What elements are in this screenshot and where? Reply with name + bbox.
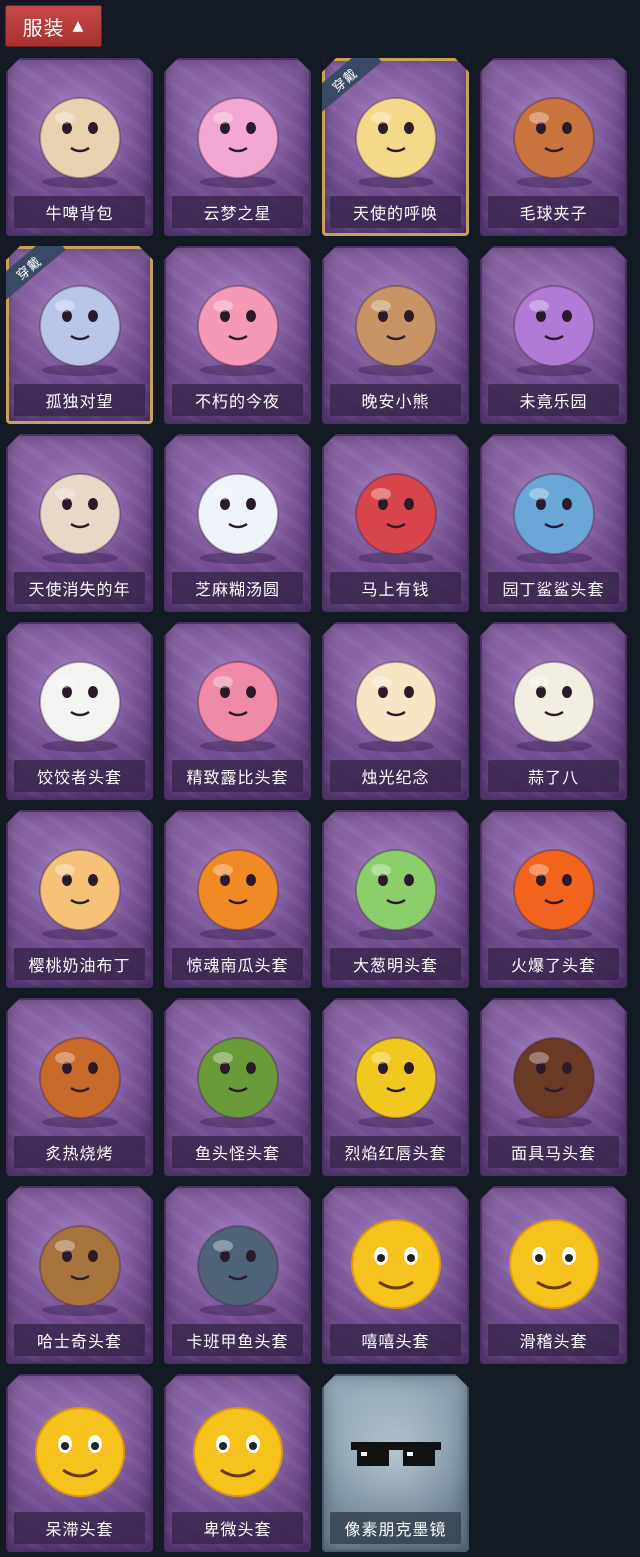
costume-card[interactable]: 未竟乐园: [480, 246, 627, 424]
costume-card[interactable]: 晚安小熊: [322, 246, 469, 424]
costume-name: 滑稽头套: [488, 1324, 619, 1356]
angel-halo-icon: [341, 78, 451, 190]
costume-card[interactable]: 呆滞头套: [6, 1374, 153, 1552]
costume-name: 烛光纪念: [330, 760, 461, 792]
costume-name: 卑微头套: [172, 1512, 303, 1544]
rice-ball-icon: [183, 454, 293, 566]
pudding-icon: [25, 830, 135, 942]
costume-category-button[interactable]: 服装 ▲: [5, 5, 102, 47]
pink-beaver-icon: [183, 642, 293, 754]
costume-card[interactable]: 云梦之星: [164, 58, 311, 236]
costume-card[interactable]: 烛光纪念: [322, 622, 469, 800]
shark-bee-icon: [499, 454, 609, 566]
pumpkin-icon: [183, 830, 293, 942]
costume-name: 卡班甲鱼头套: [172, 1324, 303, 1356]
costume-name: 芝麻糊汤圆: [172, 572, 303, 604]
costume-card[interactable]: 火爆了头套: [480, 810, 627, 988]
costume-card[interactable]: 天使消失的年: [6, 434, 153, 612]
costume-name: 像素朋克墨镜: [330, 1512, 461, 1544]
costume-name: 蒜了八: [488, 760, 619, 792]
costume-name: 哈士奇头套: [14, 1324, 145, 1356]
costume-name: 未竟乐园: [488, 384, 619, 416]
stunned-emoji-icon: [25, 1394, 135, 1506]
costume-card[interactable]: 哈士奇头套: [6, 1186, 153, 1364]
horse-mask-icon: [499, 1018, 609, 1130]
teddy-bear-icon: [341, 266, 451, 378]
grill-meat-icon: [25, 1018, 135, 1130]
costume-name: 云梦之星: [172, 196, 303, 228]
costume-name: 火爆了头套: [488, 948, 619, 980]
costume-card[interactable]: 卡班甲鱼头套: [164, 1186, 311, 1364]
costume-card[interactable]: 园丁鲨鲨头套: [480, 434, 627, 612]
costume-card[interactable]: 大葱明头套: [322, 810, 469, 988]
costume-name: 大葱明头套: [330, 948, 461, 980]
costume-card[interactable]: 滑稽头套: [480, 1186, 627, 1364]
chevron-up-icon: ▲: [72, 18, 85, 34]
costume-name: 饺饺者头套: [14, 760, 145, 792]
costume-card[interactable]: 蒜了八: [480, 622, 627, 800]
costume-name: 孤独对望: [14, 384, 145, 416]
costume-category-label: 服装: [22, 15, 65, 40]
costume-name: 天使的呼唤: [330, 196, 461, 228]
costume-card[interactable]: 鱼头怪头套: [164, 998, 311, 1176]
costume-card[interactable]: 卑微头套: [164, 1374, 311, 1552]
fish-head-icon: [183, 1018, 293, 1130]
costume-name: 炙热烧烤: [14, 1136, 145, 1168]
costume-name: 樱桃奶油布丁: [14, 948, 145, 980]
green-onion-icon: [341, 830, 451, 942]
costume-card[interactable]: 不朽的今夜: [164, 246, 311, 424]
pink-fox-icon: [183, 266, 293, 378]
husky-icon: [25, 1206, 135, 1318]
costume-card[interactable]: 毛球夹子: [480, 58, 627, 236]
unicorn-cloud-icon: [183, 78, 293, 190]
blue-fish-icon: [183, 1206, 293, 1318]
costume-grid: 牛啤背包 云梦之星 穿戴 天使的呼唤 毛球夹子 穿戴 孤独对望 不朽的今夜 晚安小熊 未竟乐园 天使…: [6, 58, 627, 1552]
costume-name: 毛球夹子: [488, 196, 619, 228]
costume-card[interactable]: 穿戴 天使的呼唤: [322, 58, 469, 236]
cow-beer-mug-icon: [25, 78, 135, 190]
costume-card[interactable]: 精致露比头套: [164, 622, 311, 800]
costume-card[interactable]: 嘻嘻头套: [322, 1186, 469, 1364]
candle-icon: [341, 642, 451, 754]
costume-card[interactable]: 饺饺者头套: [6, 622, 153, 800]
fire-icon: [499, 830, 609, 942]
grin-emoji-icon: [341, 1206, 451, 1318]
costume-card[interactable]: 像素朋克墨镜: [322, 1374, 469, 1552]
costume-name: 晚安小熊: [330, 384, 461, 416]
costume-card[interactable]: 樱桃奶油布丁: [6, 810, 153, 988]
costume-name: 嘻嘻头套: [330, 1324, 461, 1356]
costume-card[interactable]: 穿戴 孤独对望: [6, 246, 153, 424]
costume-name: 鱼头怪头套: [172, 1136, 303, 1168]
costume-card[interactable]: 惊魂南瓜头套: [164, 810, 311, 988]
costume-name: 呆滞头套: [14, 1512, 145, 1544]
costume-card[interactable]: 炙热烧烤: [6, 998, 153, 1176]
costume-card[interactable]: 面具马头套: [480, 998, 627, 1176]
costume-name: 天使消失的年: [14, 572, 145, 604]
pixel-sunglasses-icon: [341, 1394, 451, 1506]
costume-name: 牛啤背包: [14, 196, 145, 228]
costume-card[interactable]: 马上有钱: [322, 434, 469, 612]
costume-name: 面具马头套: [488, 1136, 619, 1168]
costume-name: 不朽的今夜: [172, 384, 303, 416]
costume-name: 烈焰红唇头套: [330, 1136, 461, 1168]
funny-emoji-icon: [499, 1206, 609, 1318]
dumpling-icon: [25, 642, 135, 754]
costume-card[interactable]: 芝麻糊汤圆: [164, 434, 311, 612]
humble-emoji-icon: [183, 1394, 293, 1506]
costume-name: 马上有钱: [330, 572, 461, 604]
yellow-mascot-icon: [341, 1018, 451, 1130]
costume-name: 惊魂南瓜头套: [172, 948, 303, 980]
costume-name: 园丁鲨鲨头套: [488, 572, 619, 604]
garlic-icon: [499, 642, 609, 754]
costume-name: 精致露比头套: [172, 760, 303, 792]
costume-card[interactable]: 烈焰红唇头套: [322, 998, 469, 1176]
raccoon-drummer-icon: [499, 78, 609, 190]
costume-card[interactable]: 牛啤背包: [6, 58, 153, 236]
silver-hair-doll-icon: [25, 266, 135, 378]
purple-hair-doll-icon: [499, 266, 609, 378]
red-horse-icon: [341, 454, 451, 566]
veiled-angel-icon: [25, 454, 135, 566]
